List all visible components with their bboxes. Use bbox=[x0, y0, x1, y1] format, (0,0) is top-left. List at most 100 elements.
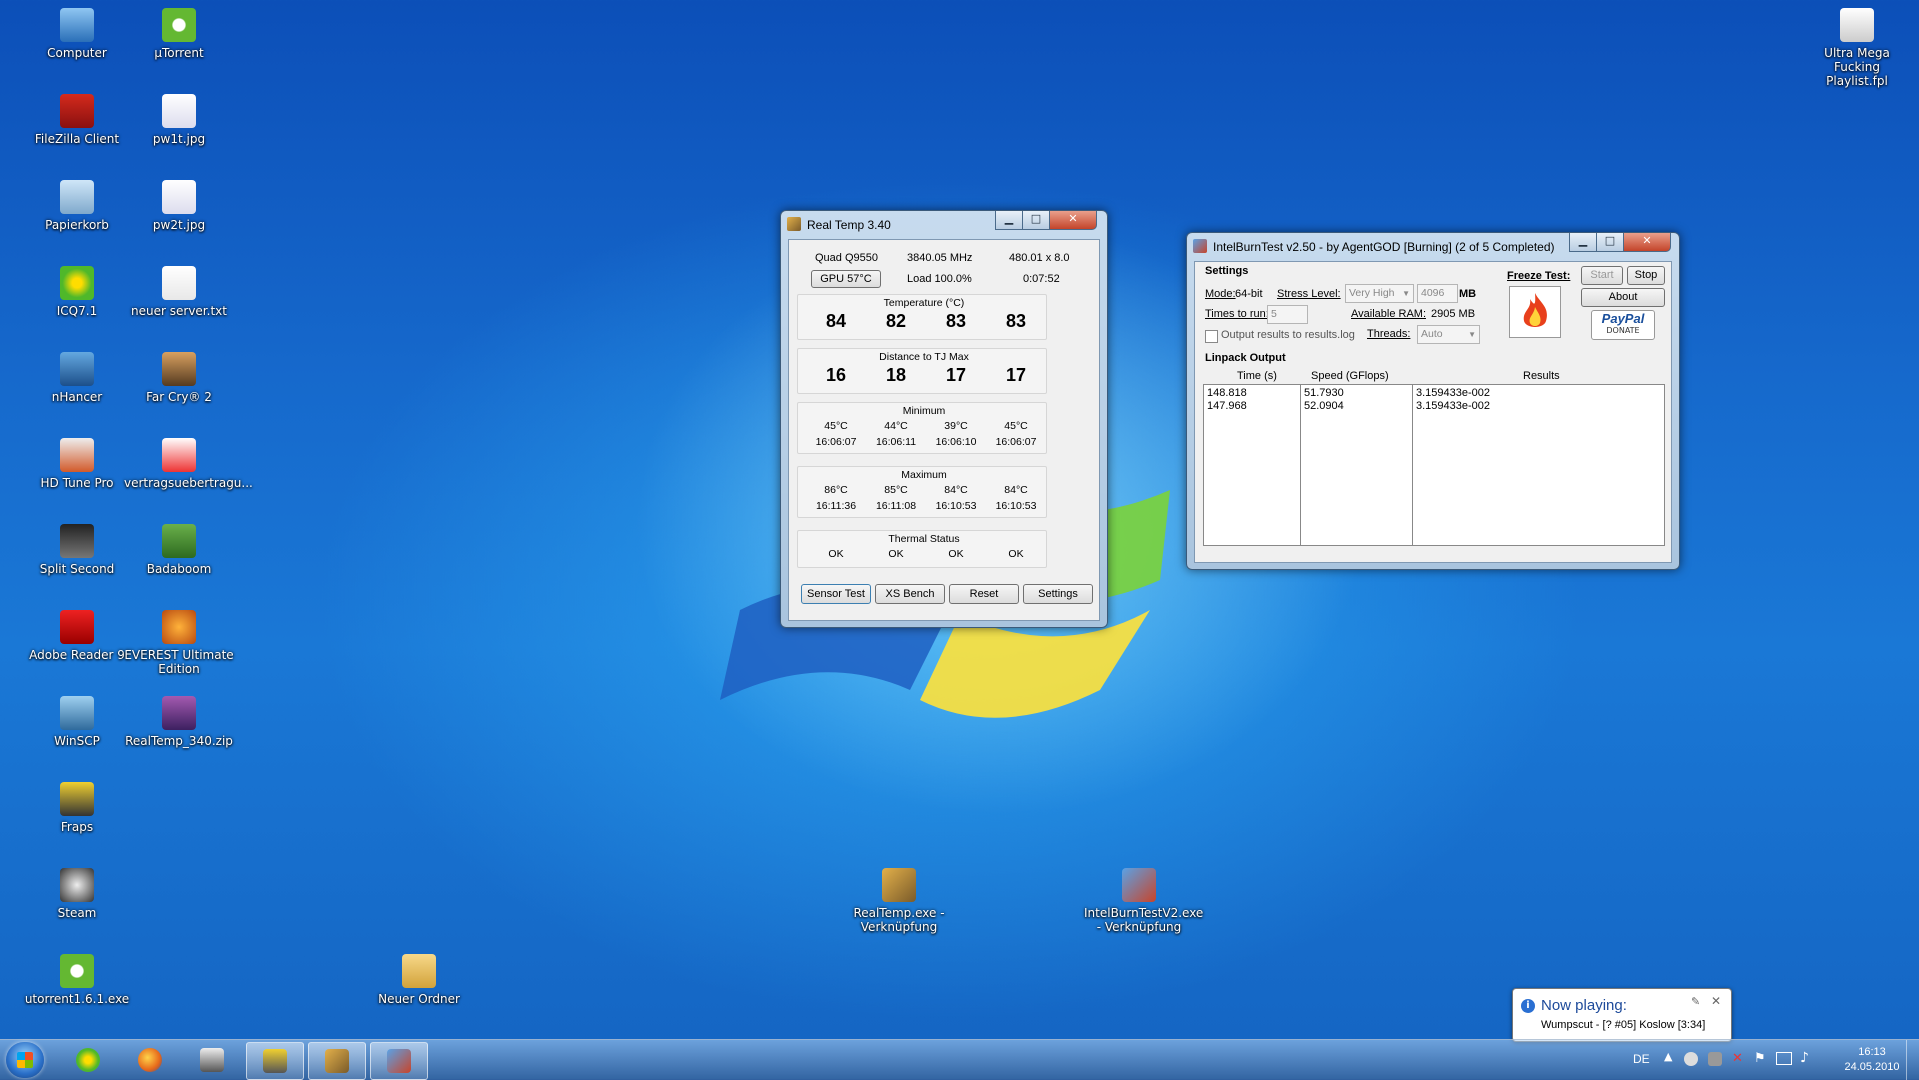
desktop-icon[interactable]: pw1t.jpg bbox=[124, 94, 234, 146]
thermal-group: Thermal Status OK OK OK OK bbox=[797, 530, 1047, 568]
desktop-icon[interactable]: nHancer bbox=[22, 352, 132, 404]
tray-expand-icon[interactable]: ▲ bbox=[1664, 1050, 1672, 1063]
realtemp-titlebar[interactable]: Real Temp 3.40 ▁ □ ✕ bbox=[781, 211, 1107, 237]
desktop-icon[interactable]: Steam bbox=[22, 868, 132, 920]
desktop-icon-label: Far Cry® 2 bbox=[146, 390, 212, 404]
desktop-icon[interactable]: Adobe Reader 9 bbox=[22, 610, 132, 662]
desktop-icon[interactable]: Fraps bbox=[22, 782, 132, 834]
desktop-icon[interactable]: Neuer Ordner bbox=[364, 954, 474, 1006]
desktop-icon-label: neuer server.txt bbox=[131, 304, 227, 318]
taskbar-firefox[interactable] bbox=[122, 1042, 178, 1078]
taskbar-realtemp[interactable] bbox=[308, 1042, 366, 1080]
desktop-icon[interactable]: FileZilla Client bbox=[22, 94, 132, 146]
flame-graphic bbox=[1523, 293, 1547, 327]
network-error-icon[interactable]: ✕ bbox=[1732, 1051, 1743, 1066]
display-tray-icon[interactable] bbox=[1776, 1052, 1792, 1065]
info-icon: i bbox=[1521, 999, 1535, 1013]
desktop-icon-label: Adobe Reader 9 bbox=[29, 648, 125, 662]
minimize-button[interactable]: ▁ bbox=[995, 211, 1023, 230]
now-playing-notification[interactable]: i Now playing: Wumpscut - [? #05] Koslow… bbox=[1512, 988, 1732, 1042]
threads-select[interactable]: Auto ▼ bbox=[1417, 325, 1480, 344]
mode-label: Mode: bbox=[1205, 288, 1236, 300]
close-icon[interactable]: ✕ bbox=[1711, 994, 1721, 1008]
row2-speed: 52.0904 bbox=[1304, 400, 1344, 412]
clock[interactable]: 16:13 24.05.2010 bbox=[1842, 1045, 1902, 1075]
desktop-icon[interactable]: Computer bbox=[22, 8, 132, 60]
foobar-icon bbox=[200, 1048, 224, 1072]
ibt-title: IntelBurnTest v2.50 - by AgentGOD [Burni… bbox=[1213, 240, 1555, 254]
pin-icon[interactable]: ✎ bbox=[1691, 995, 1700, 1008]
about-button[interactable]: About bbox=[1581, 288, 1665, 307]
desktop-icon-label: ICQ7.1 bbox=[56, 304, 98, 318]
desktop-icon[interactable]: µTorrent bbox=[124, 8, 234, 60]
paypal-donate-button[interactable]: PayPal DONATE bbox=[1591, 310, 1655, 340]
realtemp-title: Real Temp 3.40 bbox=[807, 218, 891, 232]
flame-icon[interactable] bbox=[1509, 286, 1561, 338]
farcry-icon bbox=[162, 352, 196, 386]
flag-tray-icon[interactable]: ⚑ bbox=[1754, 1051, 1766, 1066]
volume-icon[interactable]: ♪ bbox=[1800, 1050, 1809, 1066]
taskbar-foobar[interactable] bbox=[184, 1042, 240, 1078]
realtemp-icon bbox=[325, 1049, 349, 1073]
ram-unit: MB bbox=[1459, 288, 1477, 300]
desktop-icon[interactable]: IntelBurnTestV2.exe - Verknüpfung bbox=[1084, 868, 1203, 934]
ibt-maximize-button[interactable]: □ bbox=[1596, 233, 1624, 252]
winscp-icon bbox=[60, 696, 94, 730]
start-button[interactable] bbox=[6, 1042, 44, 1078]
ibt-minimize-button[interactable]: ▁ bbox=[1569, 233, 1597, 252]
sensor-test-button[interactable]: Sensor Test bbox=[801, 584, 871, 604]
maximum-group: Maximum 86°C 85°C 84°C 84°C 16:11:36 16:… bbox=[797, 466, 1047, 518]
desktop-icon[interactable]: EVEREST Ultimate Edition bbox=[124, 610, 234, 676]
desktop-icon[interactable]: pw2t.jpg bbox=[124, 180, 234, 232]
steam-tray-icon[interactable] bbox=[1684, 1052, 1698, 1066]
stress-level-select[interactable]: Very High ▼ bbox=[1345, 284, 1414, 303]
desktop-icon[interactable]: Badaboom bbox=[124, 524, 234, 576]
realtemp-client: Quad Q9550 3840.05 MHz 480.01 x 8.0 GPU … bbox=[788, 239, 1100, 621]
taskbar-fraps[interactable] bbox=[246, 1042, 304, 1080]
show-desktop-button[interactable] bbox=[1906, 1040, 1919, 1080]
close-button[interactable]: ✕ bbox=[1049, 211, 1097, 230]
ibt-titlebar[interactable]: IntelBurnTest v2.50 - by AgentGOD [Burni… bbox=[1187, 233, 1679, 259]
desktop-icon[interactable]: RealTemp.exe - Verknüpfung bbox=[844, 868, 954, 934]
cpu-model: Quad Q9550 bbox=[815, 252, 878, 264]
gpu-button[interactable]: GPU 57°C bbox=[811, 270, 881, 288]
realtemp-window[interactable]: Real Temp 3.40 ▁ □ ✕ Quad Q9550 3840.05 … bbox=[780, 210, 1108, 628]
desktop-icon[interactable]: Papierkorb bbox=[22, 180, 132, 232]
ibt-close-button[interactable]: ✕ bbox=[1623, 233, 1671, 252]
mode-value: 64-bit bbox=[1235, 288, 1263, 300]
language-indicator[interactable]: DE bbox=[1633, 1052, 1650, 1066]
desktop-icon[interactable]: Split Second bbox=[22, 524, 132, 576]
desktop-icon[interactable]: neuer server.txt bbox=[124, 266, 234, 318]
desktop-icon[interactable]: ICQ7.1 bbox=[22, 266, 132, 318]
ram-field[interactable]: 4096 bbox=[1417, 284, 1458, 303]
taskbar-icq[interactable] bbox=[60, 1042, 116, 1078]
table-divider bbox=[1300, 385, 1301, 545]
desktop-icon-label: Steam bbox=[57, 906, 97, 920]
desktop-icon[interactable]: HD Tune Pro bbox=[22, 438, 132, 490]
start-button[interactable]: Start bbox=[1581, 266, 1623, 285]
desktop-icon[interactable]: RealTemp_340.zip bbox=[124, 696, 234, 748]
desktop-icon[interactable]: utorrent1.6.1.exe bbox=[22, 954, 132, 1006]
filezilla-icon bbox=[60, 94, 94, 128]
taskbar-intelburntest[interactable] bbox=[370, 1042, 428, 1080]
maximize-button[interactable]: □ bbox=[1022, 211, 1050, 230]
desktop-icon[interactable]: Far Cry® 2 bbox=[124, 352, 234, 404]
output-results-checkbox[interactable] bbox=[1205, 330, 1218, 343]
times-to-run-field[interactable]: 5 bbox=[1267, 305, 1308, 324]
desktop-icon[interactable]: vertragsuebertragu... bbox=[124, 438, 253, 490]
desktop-icon[interactable]: Ultra Mega Fucking Playlist.fpl bbox=[1802, 8, 1912, 88]
desktop-icon[interactable]: WinSCP bbox=[22, 696, 132, 748]
desktop-icon-label: Computer bbox=[47, 46, 107, 60]
foobar-tray-icon[interactable] bbox=[1708, 1052, 1722, 1066]
stop-button[interactable]: Stop bbox=[1627, 266, 1665, 285]
settings-button[interactable]: Settings bbox=[1023, 584, 1093, 604]
desktop-icon-label: EVEREST Ultimate Edition bbox=[124, 648, 234, 676]
reset-button[interactable]: Reset bbox=[949, 584, 1019, 604]
core1-distance: 18 bbox=[885, 365, 907, 385]
linpack-output-table[interactable]: 148.818 51.7930 3.159433e-002 147.968 52… bbox=[1203, 384, 1665, 546]
core3-max-temp: 84°C bbox=[1004, 484, 1028, 496]
desktop-icon-label: vertragsuebertragu... bbox=[124, 476, 253, 490]
intelburntest-window[interactable]: IntelBurnTest v2.50 - by AgentGOD [Burni… bbox=[1186, 232, 1680, 570]
xs-bench-button[interactable]: XS Bench bbox=[875, 584, 945, 604]
threads-label: Threads: bbox=[1367, 328, 1411, 340]
